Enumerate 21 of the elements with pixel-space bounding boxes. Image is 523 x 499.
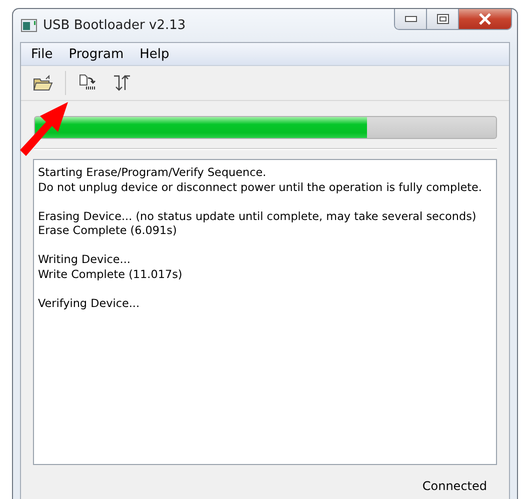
menu-item[interactable]: Help xyxy=(132,46,178,62)
log-line: Write Complete (11.017s) xyxy=(38,268,184,282)
status-text: Connected xyxy=(422,479,487,493)
close-icon xyxy=(478,13,492,25)
folder-icon xyxy=(33,75,53,91)
log-line: Erase Complete (6.091s) xyxy=(38,224,178,238)
menu-item[interactable]: File xyxy=(23,46,61,62)
app-icon xyxy=(21,19,37,32)
menu-item[interactable]: Program xyxy=(60,46,132,62)
signal-edge-icon xyxy=(112,73,132,93)
minimize-button[interactable] xyxy=(395,9,426,29)
minimize-icon xyxy=(404,16,416,22)
log-line: Do not unplug device or disconnect power until the operation is fully complete. xyxy=(38,180,483,195)
log-line: Verifying Device... xyxy=(38,296,141,311)
log-line: Erasing Device... (no status update until complete, may take several seconds) xyxy=(38,210,478,224)
log-line: Starting Erase/Program/Verify Sequence. xyxy=(38,166,268,180)
window-title: USB Bootloader v2.13 xyxy=(43,18,186,33)
close-button[interactable] xyxy=(458,9,511,29)
maximize-button[interactable] xyxy=(426,9,458,29)
log-line: Writing Device... xyxy=(38,253,132,268)
maximize-icon xyxy=(436,14,448,24)
